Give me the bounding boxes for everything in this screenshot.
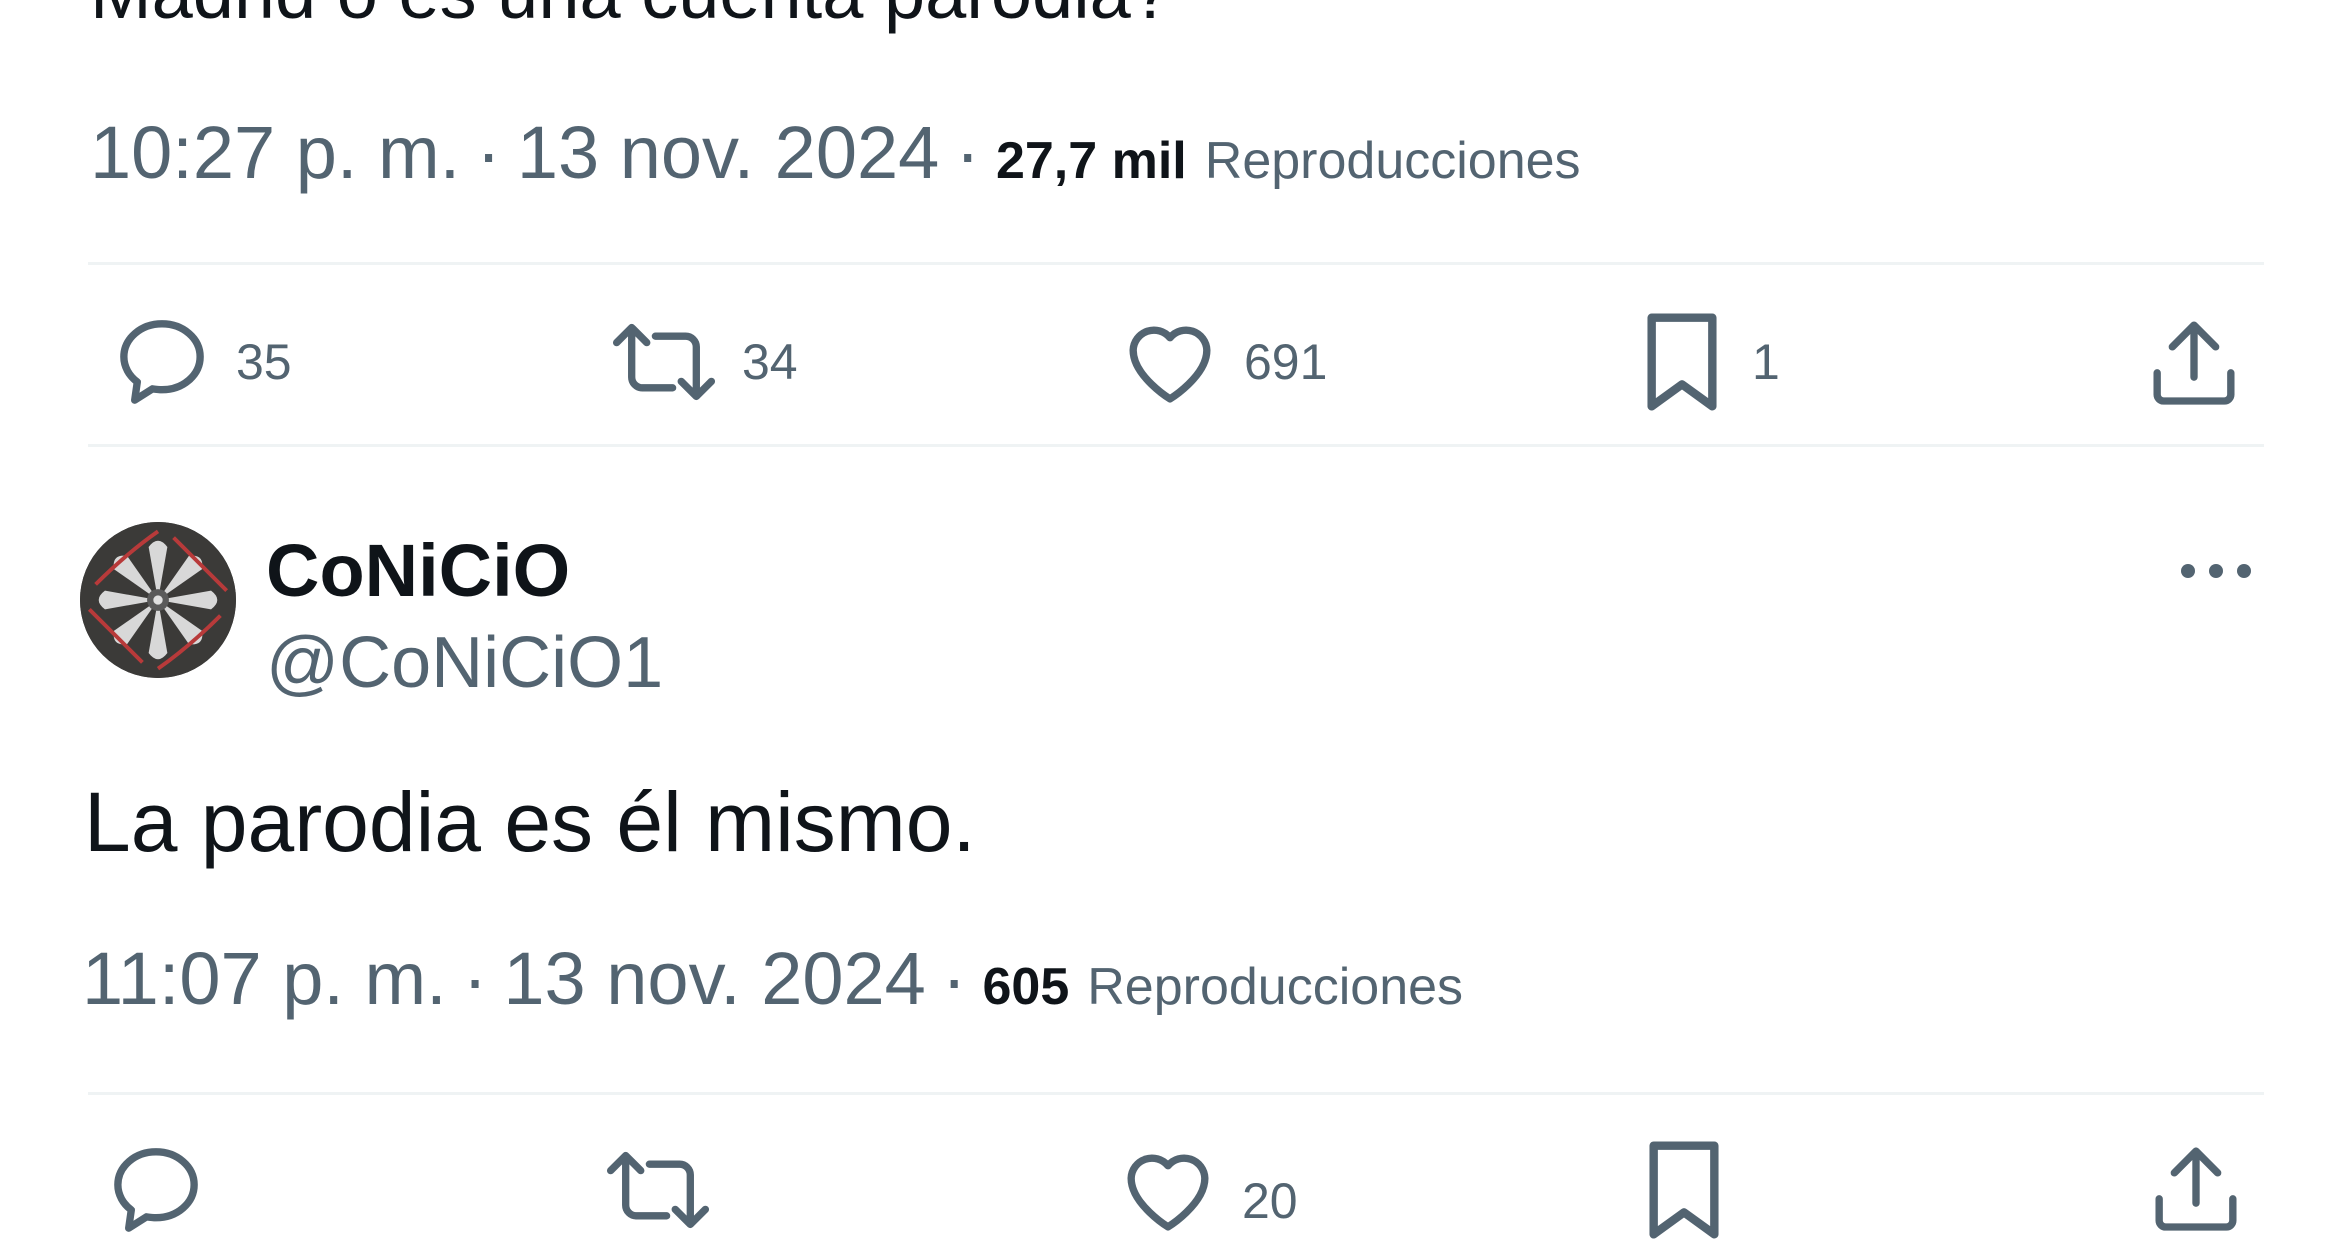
reply-count: 35 — [236, 334, 292, 390]
tweet-actions: 35 34 691 1 — [88, 302, 2264, 422]
reply-button[interactable]: 35 — [110, 302, 292, 422]
bookmark-button[interactable]: 1 — [1634, 302, 1780, 422]
views-count: 605 — [982, 958, 1070, 1016]
share-button[interactable] — [2142, 302, 2246, 422]
tweet-time[interactable]: 11:07 p. m. — [82, 936, 447, 1021]
more-dots-icon — [2181, 564, 2251, 578]
bookmark-count: 1 — [1752, 334, 1780, 390]
heart-icon — [1127, 1154, 1209, 1231]
views-label: Reproducciones — [1087, 958, 1464, 1016]
tweet-date[interactable]: 13 nov. 2024 — [503, 936, 925, 1021]
avatar[interactable] — [80, 522, 236, 678]
tweet-meta: 10:27 p. m. · 13 nov. 2024 · 27,7 mil Re… — [90, 110, 1581, 195]
tweet-time[interactable]: 10:27 p. m. — [90, 110, 460, 195]
tweet-meta: 11:07 p. m. · 13 nov. 2024 · 605 Reprodu… — [82, 936, 1463, 1021]
divider — [88, 444, 2264, 447]
share-button[interactable] — [2144, 1130, 2248, 1236]
meta-separator: · — [955, 111, 980, 194]
bookmark-icon — [1647, 313, 1717, 411]
comment-bubble-icon — [114, 1148, 198, 1232]
like-button[interactable]: 20 — [1116, 1130, 1298, 1238]
retweet-button[interactable]: 34 — [608, 302, 798, 422]
tweet-text: La parodia es él mismo. — [84, 775, 976, 869]
like-count: 20 — [1242, 1173, 1298, 1229]
retweet-button[interactable] — [602, 1130, 714, 1238]
like-button[interactable]: 691 — [1118, 302, 1327, 422]
views-count: 27,7 mil — [995, 132, 1187, 190]
tweet-thread: Madrid o es una cuenta parodia? 10:27 p.… — [0, 0, 2350, 1239]
display-name[interactable]: CoNiCiO — [266, 528, 570, 613]
heart-icon — [1129, 326, 1211, 403]
reply-button[interactable] — [104, 1130, 208, 1238]
comment-bubble-icon — [120, 320, 204, 404]
views-label: Reproducciones — [1204, 132, 1581, 190]
bookmark-button[interactable] — [1636, 1130, 1732, 1239]
retweet-count: 34 — [742, 334, 798, 390]
retweet-icon — [606, 1151, 710, 1229]
user-handle[interactable]: @CoNiCiO1 — [266, 622, 663, 704]
tweet-date[interactable]: 13 nov. 2024 — [517, 110, 939, 195]
more-options-button[interactable] — [2176, 556, 2256, 586]
tweet-text: Madrid o es una cuenta parodia? — [90, 0, 1172, 38]
divider — [88, 1092, 2264, 1095]
meta-separator: · — [476, 111, 501, 194]
share-upload-icon — [2155, 1147, 2237, 1231]
like-count: 691 — [1244, 334, 1328, 390]
tweet-actions: 20 — [88, 1130, 2264, 1239]
meta-separator: · — [462, 937, 488, 1020]
bookmark-icon — [1649, 1141, 1719, 1239]
avatar-pattern-icon — [80, 522, 236, 678]
meta-separator: · — [941, 937, 967, 1020]
divider — [88, 262, 2264, 265]
share-upload-icon — [2153, 321, 2235, 405]
retweet-icon — [612, 323, 716, 401]
